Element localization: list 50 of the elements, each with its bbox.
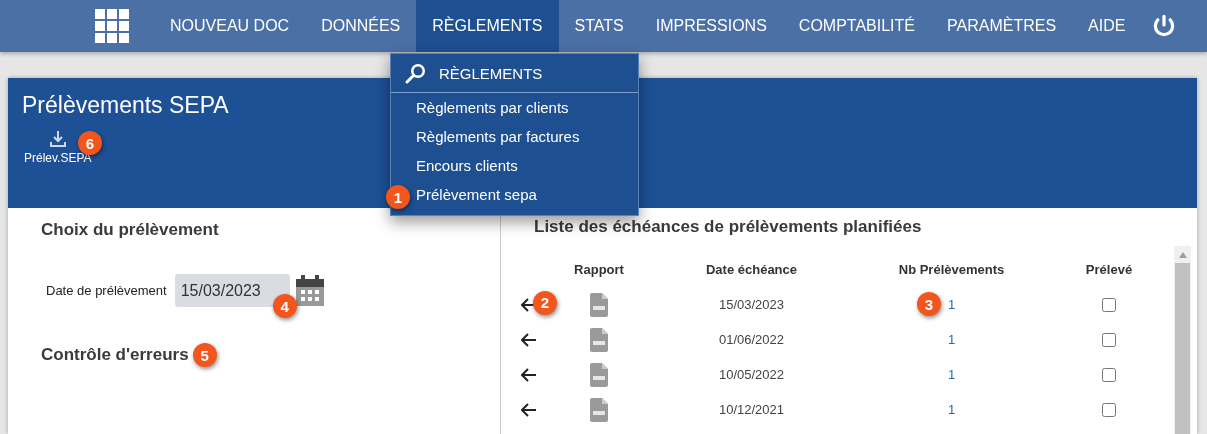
count-link[interactable]: 1 [947, 332, 956, 347]
pdf-file-icon[interactable] [590, 362, 608, 387]
menu-item[interactable]: Règlements par factures [416, 122, 580, 151]
calendar-icon[interactable] [295, 274, 324, 307]
arrow-left-icon[interactable] [521, 402, 537, 417]
number-badge: 5 [192, 343, 217, 367]
column-header: Prélevé [1085, 262, 1133, 277]
table-cell: 10/05/2022 [718, 367, 785, 382]
page-title: Prélèvements SEPA [22, 92, 229, 119]
nav-menu-item[interactable]: COMPTABILITÉ [782, 0, 931, 52]
checkbox[interactable] [1102, 332, 1116, 347]
scroll-up-icon[interactable] [1177, 251, 1188, 259]
section-heading: Choix du prélèvement [41, 220, 219, 240]
scrollbar[interactable] [1174, 246, 1191, 434]
pdf-file-icon[interactable] [590, 327, 608, 352]
number-badge: 2 [533, 290, 557, 315]
nav-menu-item[interactable]: AIDE [1072, 0, 1142, 52]
menu-item[interactable]: Règlements par clients [416, 93, 569, 122]
grid-menu-icon[interactable] [94, 8, 130, 44]
pdf-file-icon[interactable] [590, 397, 608, 422]
column-header: Rapport [574, 262, 624, 277]
nav-menu-item[interactable]: DONNÉES [305, 0, 417, 52]
nav-menu-item[interactable]: PARAMÈTRES [931, 0, 1073, 52]
column-header: Nb Prélèvements [898, 262, 1005, 277]
nav-menu-item[interactable]: RÈGLEMENTS [416, 0, 559, 52]
download-icon [47, 129, 68, 149]
table-cell: 01/06/2022 [718, 332, 785, 347]
arrow-left-icon[interactable] [521, 367, 537, 382]
count-link[interactable]: 1 [947, 297, 956, 312]
menu-item[interactable]: Encours clients [416, 151, 518, 180]
menu-title: RÈGLEMENTS [439, 64, 543, 82]
column-header: Date échéance [705, 262, 798, 277]
number-badge: 3 [916, 292, 941, 316]
checkbox[interactable] [1102, 402, 1116, 417]
pdf-file-icon[interactable] [590, 292, 608, 317]
table-cell: 15/03/2023 [718, 297, 785, 312]
arrow-left-icon[interactable] [521, 332, 537, 347]
nav-menu-item[interactable]: STATS [558, 0, 640, 52]
menu-item[interactable]: Prélèvement sepa [416, 180, 537, 209]
field-label: Date de prélèvement [46, 283, 167, 298]
number-badge: 1 [386, 185, 410, 209]
count-link[interactable]: 1 [947, 402, 956, 417]
checkbox[interactable] [1102, 297, 1116, 312]
count-link[interactable]: 1 [947, 367, 956, 382]
nav-menu-item[interactable]: NOUVEAU DOC [154, 0, 306, 52]
checkbox[interactable] [1102, 367, 1116, 382]
number-badge: 4 [272, 294, 297, 318]
section-heading: Liste des échéances de prélèvements planifiées [533, 216, 923, 237]
nav-menu-item[interactable]: IMPRESSIONS [639, 0, 783, 52]
table-cell: 10/12/2021 [718, 402, 785, 417]
